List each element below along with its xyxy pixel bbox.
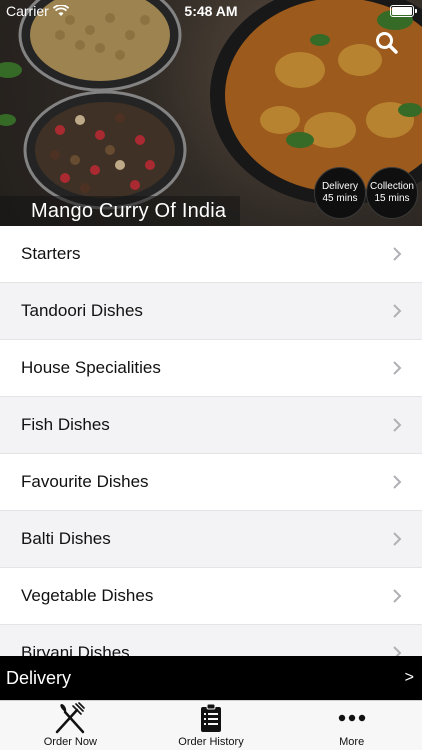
clipboard-icon (201, 703, 221, 732)
chevron-right-icon (393, 475, 402, 489)
delivery-mode-bar[interactable]: Delivery > (0, 656, 422, 700)
collection-label: Collection (370, 181, 414, 192)
category-row-starters[interactable]: Starters (0, 226, 422, 283)
tab-label: Order History (178, 736, 244, 748)
fork-knife-icon (56, 702, 86, 734)
tab-order-now[interactable]: Order Now (0, 701, 141, 750)
battery-icon (390, 5, 417, 17)
category-label: Balti Dishes (21, 529, 111, 548)
category-list: Starters Tandoori Dishes House Specialit… (0, 226, 422, 656)
delivery-time: 45 mins (322, 193, 358, 204)
delivery-badge[interactable]: Delivery 45 mins (314, 167, 366, 219)
carrier-info: Carrier (6, 3, 69, 19)
category-label: Biryani Dishes (21, 643, 130, 656)
category-label: Favourite Dishes (21, 472, 149, 491)
hero-banner: Carrier 5:48 AM Mango Curry Of India Del… (0, 0, 422, 226)
category-row-biryani[interactable]: Biryani Dishes (0, 625, 422, 656)
category-label: Fish Dishes (21, 415, 110, 434)
category-row-tandoori[interactable]: Tandoori Dishes (0, 283, 422, 340)
collection-badge[interactable]: Collection 15 mins (366, 167, 418, 219)
category-row-fish[interactable]: Fish Dishes (0, 397, 422, 454)
carrier-label: Carrier (6, 3, 49, 19)
category-row-house-specialities[interactable]: House Specialities (0, 340, 422, 397)
status-bar: Carrier 5:48 AM (0, 0, 422, 22)
category-row-balti[interactable]: Balti Dishes (0, 511, 422, 568)
delivery-mode-label: Delivery (6, 667, 72, 688)
category-label: Tandoori Dishes (21, 301, 143, 320)
tab-bar: Order Now Order History More (0, 700, 422, 750)
chevron-right-icon (393, 247, 402, 261)
category-label: House Specialities (21, 358, 161, 377)
chevron-right-icon (393, 304, 402, 318)
category-label: Starters (21, 244, 81, 263)
restaurant-name: Mango Curry Of India (31, 200, 227, 222)
tab-label: More (339, 736, 365, 748)
delivery-label: Delivery (321, 181, 359, 192)
collection-time: 15 mins (374, 193, 410, 204)
category-label: Vegetable Dishes (21, 586, 154, 605)
chevron-right-icon (393, 361, 402, 375)
tab-label: Order Now (43, 736, 97, 748)
tab-order-history[interactable]: Order History (141, 701, 282, 750)
more-dots-icon (338, 714, 365, 722)
chevron-right-icon (393, 589, 402, 603)
search-icon[interactable] (374, 30, 400, 56)
tab-more[interactable]: More (281, 701, 422, 750)
chevron-right-icon (393, 418, 402, 432)
category-row-favourite[interactable]: Favourite Dishes (0, 454, 422, 511)
chevron-right-icon (393, 532, 402, 546)
category-row-vegetable[interactable]: Vegetable Dishes (0, 568, 422, 625)
wifi-icon (52, 5, 69, 16)
chevron-right-icon (393, 646, 402, 656)
chevron-right-icon: > (404, 669, 414, 686)
clock: 5:48 AM (184, 3, 238, 19)
battery-level (392, 7, 412, 15)
